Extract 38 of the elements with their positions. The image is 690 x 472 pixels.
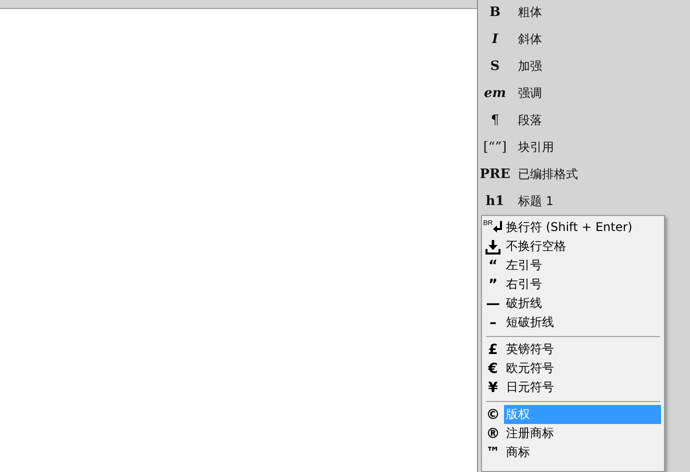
- format-item[interactable]: 斜体: [518, 31, 542, 48]
- symbol-glyph: ”: [488, 276, 498, 292]
- menu-item[interactable]: 日元符号: [504, 378, 661, 397]
- format-item[interactable]: 块引用: [518, 139, 554, 156]
- symbol-glyph: –: [490, 314, 496, 330]
- menu-item[interactable]: 欧元符号: [504, 359, 661, 378]
- symbol-glyph: ¥: [488, 380, 498, 396]
- symbol-glyph: £: [488, 342, 498, 358]
- format-glyph[interactable]: S: [478, 59, 512, 74]
- format-glyph[interactable]: em: [478, 86, 512, 101]
- format-item[interactable]: 加强: [518, 58, 542, 75]
- symbol-glyph: €: [488, 360, 498, 376]
- menu-item[interactable]: 破折线: [504, 294, 661, 313]
- format-glyph[interactable]: B: [478, 5, 512, 20]
- menu-item[interactable]: 商标: [504, 443, 661, 462]
- menu-item[interactable]: 换行符 (Shift + Enter): [504, 218, 661, 237]
- format-item[interactable]: 标题 1: [518, 193, 554, 210]
- symbol-glyph: —: [486, 296, 500, 312]
- format-item[interactable]: 强调: [518, 85, 542, 102]
- format-glyph[interactable]: I: [478, 32, 512, 47]
- format-item[interactable]: 粗体: [518, 4, 542, 21]
- symbol-glyph: “: [488, 258, 498, 274]
- download-icon: [485, 238, 501, 254]
- menu-item[interactable]: 右引号: [504, 275, 661, 294]
- menu-item[interactable]: 短破折线: [504, 313, 661, 332]
- symbol-glyph: ®: [486, 426, 500, 442]
- format-glyph[interactable]: PRE: [478, 167, 512, 182]
- menu-item[interactable]: 英镑符号: [504, 340, 661, 359]
- menu-item[interactable]: 注册商标: [504, 424, 661, 443]
- format-glyph[interactable]: h1: [478, 194, 512, 209]
- symbol-glyph: ™: [486, 444, 500, 460]
- format-item[interactable]: 已编排格式: [518, 166, 578, 183]
- format-item[interactable]: 段落: [518, 112, 542, 129]
- format-glyph[interactable]: ¶: [478, 113, 512, 128]
- format-glyph[interactable]: [“”]: [478, 140, 512, 155]
- menu-item[interactable]: 左引号: [504, 256, 661, 275]
- menu-item[interactable]: 不换行空格: [504, 237, 661, 256]
- symbol-glyph: ©: [486, 406, 500, 422]
